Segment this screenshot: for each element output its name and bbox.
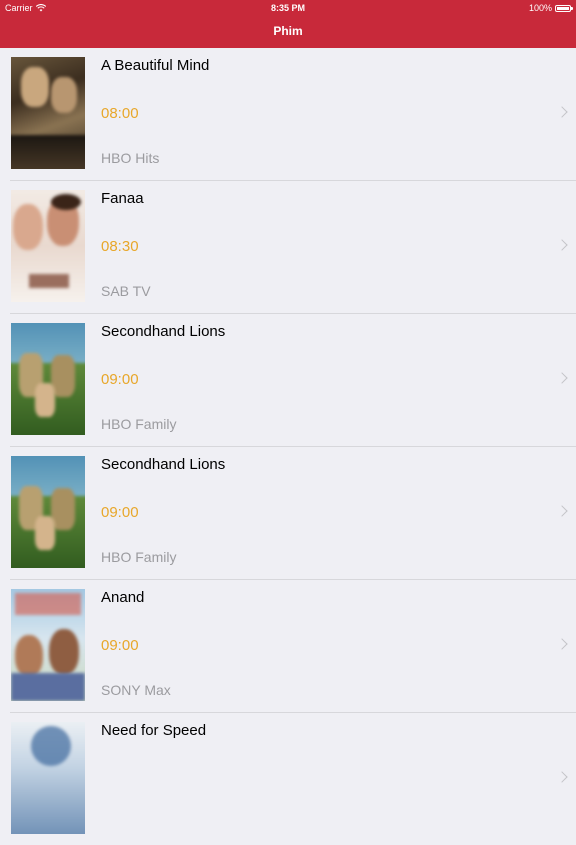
- movie-poster: [11, 722, 85, 834]
- list-item[interactable]: Secondhand Lions 09:00 HBO Family: [10, 314, 576, 447]
- movie-title: Need for Speed: [101, 722, 207, 739]
- movie-time: 08:00: [101, 105, 139, 122]
- movie-title: Anand: [101, 589, 145, 606]
- list-item[interactable]: Need for Speed: [10, 713, 576, 845]
- list-item[interactable]: A Beautiful Mind 08:00 HBO Hits: [10, 48, 576, 181]
- movie-channel: HBO Family: [101, 416, 177, 432]
- chevron-right-icon: [556, 372, 568, 384]
- chevron-right-icon: [556, 638, 568, 650]
- list-item[interactable]: Anand 09:00 SONY Max: [10, 580, 576, 713]
- movie-channel: SAB TV: [101, 283, 151, 299]
- chevron-right-icon: [556, 505, 568, 517]
- movie-time: 09:00: [101, 371, 139, 388]
- movie-list[interactable]: A Beautiful Mind 08:00 HBO Hits Fanaa 08…: [0, 48, 576, 845]
- movie-time: 09:00: [101, 637, 139, 654]
- battery-percentage: 100%: [528, 3, 552, 13]
- movie-time: 08:30: [101, 238, 139, 255]
- chevron-right-icon: [556, 771, 568, 783]
- chevron-right-icon: [556, 239, 568, 251]
- list-item[interactable]: Secondhand Lions 09:00 HBO Family: [10, 447, 576, 580]
- chevron-right-icon: [556, 106, 568, 118]
- movie-poster: [11, 323, 85, 435]
- list-item[interactable]: Fanaa 08:30 SAB TV: [10, 181, 576, 314]
- battery-icon: [555, 4, 573, 12]
- status-time: 8:35 PM: [270, 3, 305, 13]
- movie-time: 09:00: [101, 504, 139, 521]
- movie-title: Fanaa: [101, 190, 144, 207]
- navigation-bar: Phim: [0, 16, 576, 48]
- movie-channel: HBO Family: [101, 549, 177, 565]
- movie-channel: HBO Hits: [101, 150, 160, 166]
- movie-title: Secondhand Lions: [101, 456, 226, 473]
- page-title: Phim: [273, 24, 303, 38]
- movie-title: A Beautiful Mind: [101, 57, 210, 74]
- movie-poster: [11, 456, 85, 568]
- movie-channel: SONY Max: [101, 682, 171, 698]
- battery-indicator: 100%: [528, 3, 573, 13]
- movie-poster: [11, 57, 85, 169]
- movie-poster: [11, 589, 85, 701]
- movie-title: Secondhand Lions: [101, 323, 226, 340]
- status-bar: Carrier 8:35 PM 100%: [0, 0, 576, 16]
- movie-poster: [11, 190, 85, 302]
